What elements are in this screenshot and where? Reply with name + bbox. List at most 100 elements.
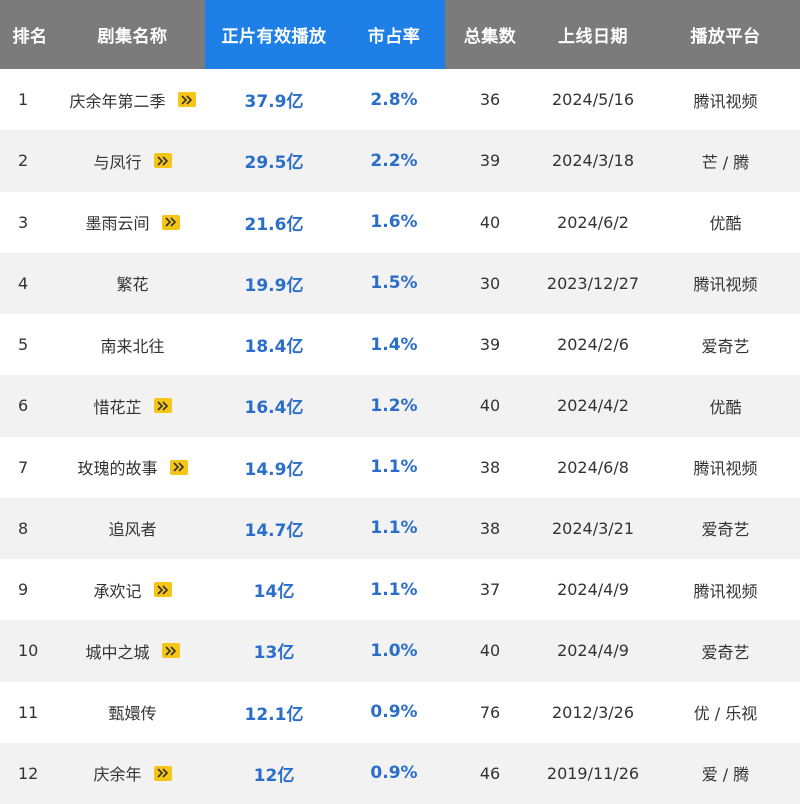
title-text: 甄嬛传 [108,704,157,724]
share-text: 1.0% [370,640,418,661]
plays-text: 14.7亿 [244,520,304,541]
episodes-cell: 39 [445,314,535,375]
date-cell: 2024/5/16 [535,69,651,130]
platform-cell: 优酷 [651,192,800,253]
share-cell: 1.5% [343,253,445,314]
plays-text: 12亿 [253,765,295,786]
plays-text: 13亿 [253,643,295,664]
share-text: 1.1% [370,457,418,478]
title-text: 南来北往 [100,336,165,356]
header-share[interactable]: 市占率 [343,0,445,69]
header-rank[interactable]: 排名 [0,0,60,69]
plays-text: 29.5亿 [244,153,304,174]
platform-text: 腾讯视频 [693,91,758,111]
rank-text: 6 [18,396,29,416]
table-row[interactable]: 7 玫瑰的故事 14.9亿 1.1% 38 2024/6/8 腾讯视频 [0,437,800,498]
platform-text: 爱奇艺 [701,642,750,662]
table-row[interactable]: 10 城中之城 13亿 1.0% 40 2024/4/9 爱奇艺 [0,620,800,682]
table-row[interactable]: 11 甄嬛传 12.1亿 0.9% 76 2012/3/26 优 / 乐视 [0,682,800,743]
rank-text: 4 [18,273,29,293]
plays-text: 19.9亿 [244,275,304,296]
episodes-cell: 37 [445,559,535,620]
platform-text: 优酷 [709,397,742,417]
plays-text: 12.1亿 [244,704,304,725]
play-badge-icon [161,643,180,659]
title-cell: 追风者 [60,498,205,559]
table-row[interactable]: 12 庆余年 12亿 0.9% 46 2019/11/26 爱 / 腾 [0,742,800,804]
date-cell: 2024/4/2 [535,375,651,436]
table-row[interactable]: 6 惜花芷 16.4亿 1.2% 40 2024/4/2 优酷 [0,375,800,437]
plays-cell: 19.9亿 [205,253,343,314]
episodes-text: 76 [479,702,501,722]
table-row[interactable]: 2 与凤行 29.5亿 2.2% 39 2024/3/18 芒 / 腾 [0,130,800,192]
episodes-cell: 38 [445,498,535,559]
date-cell: 2024/4/9 [535,559,651,620]
date-cell: 2024/6/2 [535,192,651,253]
platform-cell: 爱奇艺 [651,620,800,681]
share-cell: 1.2% [343,375,445,436]
date-text: 2024/3/21 [551,518,635,538]
date-cell: 2024/3/21 [535,498,651,559]
table-row[interactable]: 9 承欢记 14亿 1.1% 37 2024/4/9 腾讯视频 [0,559,800,620]
title-text: 玫瑰的故事 [77,459,158,479]
episodes-text: 40 [479,396,501,416]
platform-text: 爱 / 腾 [701,765,750,785]
table-row[interactable]: 1 庆余年第二季 37.9亿 2.8% 36 2024/5/16 腾讯视频 [0,69,800,130]
table-row[interactable]: 4 繁花 19.9亿 1.5% 30 2023/12/27 腾讯视频 [0,252,800,314]
title-cell: 甄嬛传 [60,682,205,743]
title-cell: 南来北往 [60,314,205,375]
title-text: 惜花芷 [93,397,142,417]
title-text: 庆余年 [93,765,142,785]
episodes-text: 39 [479,335,501,355]
platform-cell: 腾讯视频 [651,559,800,620]
rank-text: 10 [18,641,39,661]
plays-cell: 29.5亿 [205,130,343,191]
table-row[interactable]: 8 追风者 14.7亿 1.1% 38 2024/3/21 爱奇艺 [0,497,800,559]
platform-cell: 腾讯视频 [651,437,800,498]
episodes-cell: 76 [445,682,535,743]
rank-cell: 8 [0,498,60,559]
episodes-cell: 30 [445,253,535,314]
platform-cell: 优 / 乐视 [651,682,800,743]
title-cell: 庆余年第二季 [60,69,205,130]
title-cell: 城中之城 [60,620,205,681]
plays-cell: 14亿 [205,559,343,620]
date-text: 2024/3/18 [551,151,635,171]
title-cell: 繁花 [60,253,205,314]
title-text: 繁花 [116,275,149,295]
date-cell: 2024/4/9 [535,620,651,681]
play-badge-icon [153,398,172,414]
table-row[interactable]: 3 墨雨云间 21.6亿 1.6% 40 2024/6/2 优酷 [0,192,800,253]
header-date[interactable]: 上线日期 [535,0,651,69]
table-row[interactable]: 5 南来北往 18.4亿 1.4% 39 2024/2/6 爱奇艺 [0,314,800,375]
episodes-text: 30 [479,273,501,293]
platform-text: 优酷 [709,214,742,234]
date-text: 2023/12/27 [546,273,640,293]
play-badge-icon [161,214,180,230]
date-text: 2024/4/9 [557,641,629,661]
play-badge-icon [153,582,172,598]
date-text: 2024/6/8 [557,457,629,477]
title-cell: 承欢记 [60,559,205,620]
share-text: 1.2% [370,395,418,416]
plays-cell: 13亿 [205,620,343,681]
title-cell: 墨雨云间 [60,192,205,253]
rank-cell: 2 [0,130,60,191]
episodes-text: 36 [479,90,501,110]
plays-cell: 21.6亿 [205,192,343,253]
platform-cell: 腾讯视频 [651,253,800,314]
header-plays[interactable]: 正片有效播放 [205,0,343,69]
header-title[interactable]: 剧集名称 [60,0,205,69]
date-cell: 2024/3/18 [535,130,651,191]
header-episodes[interactable]: 总集数 [445,0,535,69]
date-text: 2024/4/9 [557,580,629,600]
platform-cell: 优酷 [651,375,800,436]
title-cell: 玫瑰的故事 [60,437,205,498]
episodes-text: 38 [479,518,501,538]
rank-cell: 5 [0,314,60,375]
rank-text: 2 [18,151,29,171]
header-platform[interactable]: 播放平台 [651,0,800,69]
rank-text: 1 [18,90,29,110]
episodes-cell: 40 [445,620,535,681]
table-header: 排名 剧集名称 正片有效播放 市占率 总集数 上线日期 播放平台 [0,0,800,69]
